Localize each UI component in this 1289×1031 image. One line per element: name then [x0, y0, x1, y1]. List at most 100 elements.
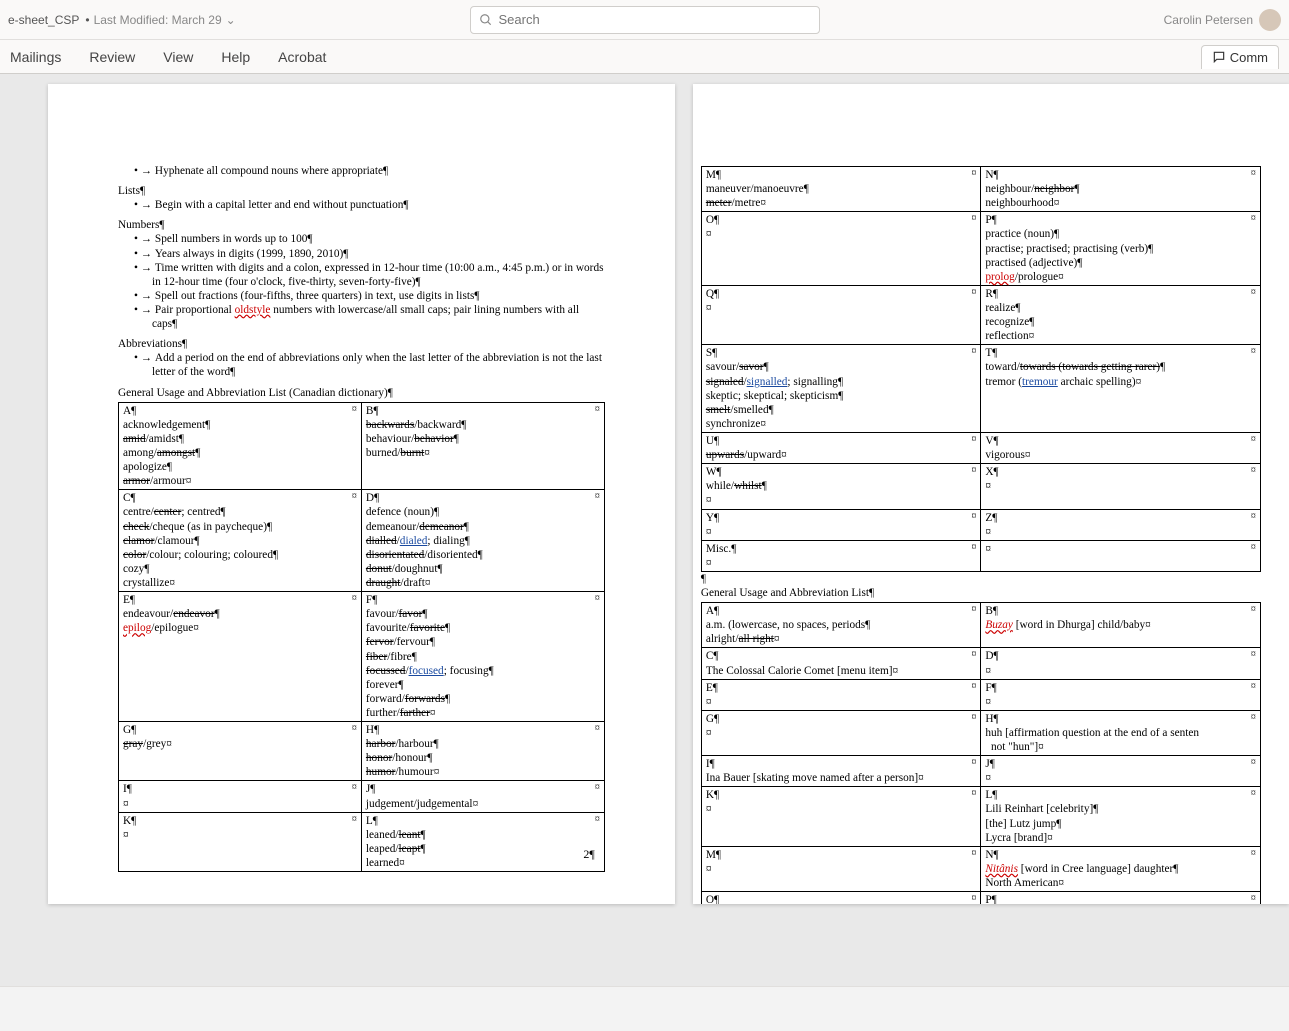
chevron-down-icon[interactable]: ⌄: [226, 13, 236, 27]
table-title: General Usage and Abbreviation List (Can…: [118, 386, 605, 400]
tab-view[interactable]: View: [163, 49, 193, 65]
table-row: E¶¤F¶¤: [701, 679, 1260, 710]
table-cell: E¶¤: [701, 679, 981, 710]
table-row: E¶endeavour/endeavor¶epilog/epilogue¤F¶f…: [119, 592, 605, 722]
table-cell: O¶¤: [701, 212, 981, 286]
table-cell: E¶endeavour/endeavor¶epilog/epilogue¤: [119, 592, 362, 722]
table-cell: N¶Nitânis [word in Cree language] daught…: [981, 846, 1261, 891]
table-row: I¶¤J¶judgement/judgemental¤: [119, 781, 605, 812]
table-cell: K¶¤: [701, 787, 981, 846]
table-cell: V¶vigorous¤: [981, 432, 1261, 463]
table-cell: T¶toward/towards (towards getting rarer)…: [981, 345, 1261, 433]
doc-title: e-sheet_CSP: [8, 13, 79, 27]
table-row: G¶¤H¶huh [affirmation question at the en…: [701, 710, 1260, 755]
avatar[interactable]: [1259, 9, 1281, 31]
user-name: Carolin Petersen: [1164, 13, 1253, 27]
table-cell: J¶¤: [981, 756, 1261, 787]
bullet: Time written with digits and a colon, ex…: [118, 261, 605, 289]
table-cell: G¶gray/grey¤: [119, 722, 362, 781]
table-cell: I¶¤: [119, 781, 362, 812]
table-row: A¶a.m. (lowercase, no spaces, periods¶al…: [701, 603, 1260, 648]
search-box[interactable]: [470, 6, 820, 34]
table-cell: W¶while/whilst¶¤: [701, 464, 981, 509]
table-cell: J¶judgement/judgemental¤: [361, 781, 604, 812]
table-cell: G¶¤: [701, 710, 981, 755]
table-cell: X¶¤: [981, 464, 1261, 509]
table-cell: L¶Lili Reinhart [celebrity]¶[the] Lutz j…: [981, 787, 1261, 846]
comment-icon: [1212, 50, 1226, 64]
table-row: M¶¤N¶Nitânis [word in Cree language] dau…: [701, 846, 1260, 891]
table-row: K¶¤L¶Lili Reinhart [celebrity]¶[the] Lut…: [701, 787, 1260, 846]
spacer: ¶: [701, 572, 1289, 580]
table-cell: M¶¤: [701, 846, 981, 891]
bullet: Spell numbers in words up to 100¶: [118, 232, 605, 246]
tab-help[interactable]: Help: [221, 49, 250, 65]
table-row: A¶acknowledgement¶amid/amidst¶among/amon…: [119, 402, 605, 490]
table-cell: D¶¤: [981, 648, 1261, 679]
table-cell: P¶: [981, 892, 1261, 904]
table-cell: Misc.¶¤: [701, 540, 981, 571]
page-number: 2¶: [583, 847, 594, 862]
table-cell: H¶harbor/harbour¶honor/honour¶humor/humo…: [361, 722, 604, 781]
page-3: M¶maneuver/manoeuvre¶meter/metre¤N¶neigh…: [693, 84, 1289, 904]
heading-abbrev: Abbreviations¶: [118, 337, 605, 351]
heading-lists: Lists¶: [118, 184, 605, 198]
bullet: Add a period on the end of abbreviations…: [118, 351, 605, 379]
table-cell: A¶a.m. (lowercase, no spaces, periods¶al…: [701, 603, 981, 648]
table-row: I¶Ina Bauer [skating move named after a …: [701, 756, 1260, 787]
table-cell: C¶centre/center; centred¶check/cheque (a…: [119, 490, 362, 592]
table-cell: L¶leaned/leant¶leaped/leapt¶learned¤: [361, 812, 604, 871]
table-cell: B¶Buzay [word in Dhurga] child/baby¤: [981, 603, 1261, 648]
comments-button[interactable]: Comm: [1201, 45, 1279, 69]
table-cell: R¶realize¶recognize¶reflection¤: [981, 285, 1261, 344]
status-bar: [0, 986, 1289, 1031]
table-row: C¶The Colossal Calorie Comet [menu item]…: [701, 648, 1260, 679]
table-cell: Z¶¤: [981, 509, 1261, 540]
table-row: M¶maneuver/manoeuvre¶meter/metre¤N¶neigh…: [701, 167, 1260, 212]
table-cell: F¶¤: [981, 679, 1261, 710]
table-cell: U¶upwards/upward¤: [701, 432, 981, 463]
table-cell: A¶acknowledgement¶amid/amidst¶among/amon…: [119, 402, 362, 490]
usage-table-1-cont: M¶maneuver/manoeuvre¶meter/metre¤N¶neigh…: [701, 166, 1261, 572]
table-row: Misc.¶¤¤: [701, 540, 1260, 571]
bullet: Spell out fractions (four-fifths, three …: [118, 289, 605, 303]
table-cell: C¶The Colossal Calorie Comet [menu item]…: [701, 648, 981, 679]
table-cell: F¶favour/favor¶favourite/favorite¶fervor…: [361, 592, 604, 722]
table-cell: P¶practice (noun)¶practise; practised; p…: [981, 212, 1261, 286]
table-cell: S¶savour/savor¶signaled/signalled; signa…: [701, 345, 981, 433]
search-icon: [479, 13, 493, 27]
tab-review[interactable]: Review: [89, 49, 135, 65]
heading-numbers: Numbers¶: [118, 218, 605, 232]
table-row: Y¶¤Z¶¤: [701, 509, 1260, 540]
table-cell: M¶maneuver/manoeuvre¶meter/metre¤: [701, 167, 981, 212]
bullet: Pair proportional oldstyle numbers with …: [118, 303, 605, 331]
tab-acrobat[interactable]: Acrobat: [278, 49, 326, 65]
table-cell: Y¶¤: [701, 509, 981, 540]
table-row: C¶centre/center; centred¶check/cheque (a…: [119, 490, 605, 592]
table-cell: O¶: [701, 892, 981, 904]
table-title-2: General Usage and Abbreviation List¶: [701, 586, 1289, 600]
table-row: O¶¤P¶practice (noun)¶practise; practised…: [701, 212, 1260, 286]
table-cell: I¶Ina Bauer [skating move named after a …: [701, 756, 981, 787]
table-cell: ¤: [981, 540, 1261, 571]
bullet: Begin with a capital letter and end with…: [118, 198, 605, 212]
page-2: Hyphenate all compound nouns where appro…: [48, 84, 675, 904]
title-bar: e-sheet_CSP • Last Modified: March 29 ⌄ …: [0, 0, 1289, 40]
table-cell: K¶¤: [119, 812, 362, 871]
usage-table-1: A¶acknowledgement¶amid/amidst¶among/amon…: [118, 402, 605, 873]
last-modified: Last Modified: March 29: [94, 13, 222, 27]
user-area[interactable]: Carolin Petersen: [1164, 9, 1281, 31]
table-row: G¶gray/grey¤H¶harbor/harbour¶honor/honou…: [119, 722, 605, 781]
table-cell: H¶huh [affirmation question at the end o…: [981, 710, 1261, 755]
bullet: Hyphenate all compound nouns where appro…: [118, 164, 605, 178]
table-row: K¶¤L¶leaned/leant¶leaped/leapt¶learned¤: [119, 812, 605, 871]
table-row: W¶while/whilst¶¤X¶¤: [701, 464, 1260, 509]
document-canvas[interactable]: Hyphenate all compound nouns where appro…: [0, 74, 1289, 986]
tab-mailings[interactable]: Mailings: [10, 49, 61, 65]
table-cell: Q¶¤: [701, 285, 981, 344]
usage-table-2: A¶a.m. (lowercase, no spaces, periods¶al…: [701, 602, 1261, 904]
ribbon: Mailings Review View Help Acrobat Comm: [0, 40, 1289, 74]
search-input[interactable]: [499, 12, 811, 27]
table-cell: D¶defence (noun)¶demeanour/demeanor¶dial…: [361, 490, 604, 592]
table-cell: N¶neighbour/neighbor¶neighbourhood¤: [981, 167, 1261, 212]
